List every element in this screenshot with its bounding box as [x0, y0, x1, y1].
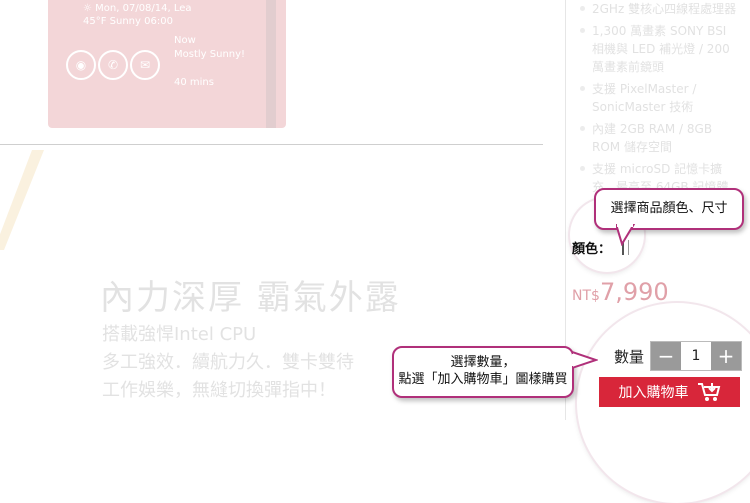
quantity-plus-button[interactable]: +	[711, 342, 741, 370]
phone-image: ☼ Mon, 07/08/14, Lea 45°F Sunny 06:00 ◉ …	[48, 0, 286, 128]
banner-line-1: 搭載強悍Intel CPU	[102, 324, 257, 345]
weather-label: Mostly Sunny!	[174, 49, 246, 60]
quantity-input[interactable]: 1	[681, 342, 711, 370]
phone-notification: Now Mostly Sunny! 40 mins	[174, 34, 245, 90]
callout-text: 選擇商品顏色、尺寸	[610, 201, 728, 216]
mins-label: 40 mins	[174, 77, 214, 88]
decorative-stripe	[0, 150, 44, 250]
phone-date: Mon, 07/08/14, Lea	[95, 3, 192, 14]
mail-icon: ✉	[130, 50, 160, 80]
quantity-callout: 選擇數量， 點選「加入購物車」圖樣購買	[392, 346, 574, 398]
quantity-stepper: − 1 +	[650, 341, 742, 371]
quantity-minus-button[interactable]: −	[651, 342, 681, 370]
weather-icon: ☼	[83, 3, 92, 14]
phone-edge	[266, 0, 276, 128]
banner-line-3: 工作娛樂，無縫切換彈指中！	[102, 380, 336, 401]
callout-tail	[572, 350, 598, 370]
banner-title: 內力深厚 霸氣外露	[100, 278, 401, 318]
callout-text-2: 點選「加入購物車」圖樣購買	[398, 372, 568, 387]
phone-status: ☼ Mon, 07/08/14, Lea 45°F Sunny 06:00	[83, 2, 192, 28]
callout-tail	[616, 224, 636, 246]
phone-icon: ✆	[98, 50, 128, 80]
add-to-cart-button[interactable]: 加入購物車	[599, 377, 740, 407]
price-currency: NT$	[572, 288, 600, 304]
add-to-cart-label: 加入購物車	[618, 385, 689, 401]
phone-weather: 45°F Sunny 06:00	[83, 16, 173, 27]
cart-icon	[697, 383, 720, 401]
price: NT$7,990	[572, 278, 669, 306]
color-label: 顏色：	[572, 242, 612, 257]
price-value: 7,990	[599, 278, 669, 306]
now-label: Now	[174, 35, 196, 46]
banner-line-2: 多工強效．續航力久．雙卡雙待	[102, 352, 354, 373]
quantity-label: 數量	[614, 348, 645, 366]
section-divider	[0, 144, 543, 145]
camera-icon: ◉	[66, 50, 96, 80]
callout-text-1: 選擇數量，	[450, 355, 516, 370]
